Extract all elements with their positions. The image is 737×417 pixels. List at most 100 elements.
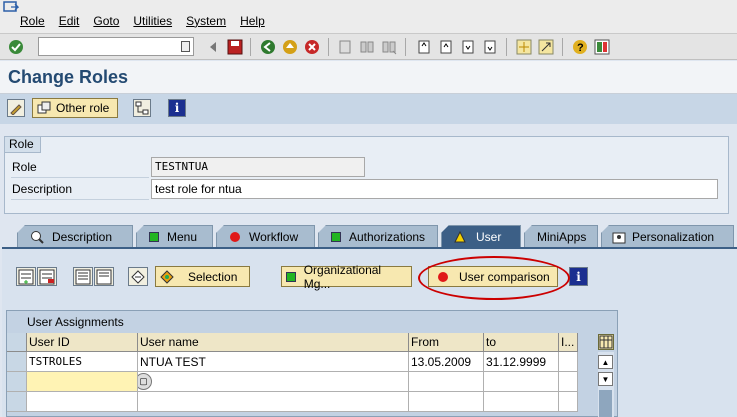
table-scrollbar[interactable]: ▲ ▼	[598, 352, 614, 417]
other-object-icon	[37, 101, 51, 114]
info-icon[interactable]: i	[168, 99, 186, 117]
cell-to[interactable]	[484, 392, 559, 412]
role-field[interactable]: TESTNTUA	[151, 157, 365, 177]
command-field[interactable]	[38, 37, 194, 56]
tab-miniapps-label: MiniApps	[537, 229, 587, 244]
table-settings-icon[interactable]	[598, 334, 614, 350]
scroll-up-icon[interactable]: ▲	[598, 355, 613, 369]
value-help-icon[interactable]: ▢	[138, 373, 152, 390]
back-arrow-small-icon[interactable]	[205, 39, 221, 55]
cell-from[interactable]	[409, 392, 484, 412]
find-next-icon[interactable]	[381, 39, 397, 55]
role-label: Role	[11, 157, 149, 178]
select-all-icon[interactable]	[73, 267, 93, 286]
tab-menu[interactable]: Menu	[136, 225, 213, 247]
next-page-icon[interactable]	[460, 39, 476, 55]
scroll-down-icon[interactable]: ▼	[598, 372, 613, 386]
previous-page-icon[interactable]	[438, 39, 454, 55]
first-page-icon[interactable]	[416, 39, 432, 55]
help-icon[interactable]: ?	[572, 39, 588, 55]
cell-user-name[interactable]: ▢	[138, 372, 409, 392]
cell-indicator[interactable]	[559, 352, 578, 372]
cell-user-id[interactable]: TSTROLES	[27, 352, 138, 372]
cell-from[interactable]: 13.05.2009	[409, 352, 484, 372]
print-icon[interactable]	[337, 39, 353, 55]
display-change-icon[interactable]	[7, 99, 25, 117]
add-row-icon[interactable]	[16, 267, 36, 286]
find-icon[interactable]	[359, 39, 375, 55]
tab-personalization[interactable]: Personalization	[601, 225, 734, 247]
tab-description[interactable]: Description	[17, 225, 133, 247]
tab-miniapps[interactable]: MiniApps	[524, 225, 598, 247]
tab-authorizations[interactable]: Authorizations	[318, 225, 438, 247]
save-icon[interactable]	[227, 39, 243, 55]
selection-button[interactable]: Selection	[155, 266, 250, 287]
green-status-icon	[149, 231, 159, 242]
row-selector[interactable]	[7, 352, 27, 372]
table-row[interactable]: ▢	[7, 372, 578, 392]
selection-label: Selection	[188, 269, 238, 284]
cell-user-id[interactable]	[27, 392, 138, 412]
column-header-user-id[interactable]: User ID	[27, 333, 138, 352]
menu-system[interactable]: System	[186, 14, 226, 28]
menu-edit[interactable]: Edit	[59, 14, 80, 28]
delete-row-icon[interactable]	[37, 267, 57, 286]
cell-user-id-input[interactable]	[27, 372, 138, 392]
select-all-cell[interactable]	[7, 333, 27, 352]
sap-window-icon[interactable]	[3, 1, 19, 13]
tab-user[interactable]: User	[441, 225, 521, 247]
address-data-icon[interactable]	[128, 267, 148, 286]
other-role-button[interactable]: Other role	[32, 98, 118, 118]
red-status-icon	[230, 231, 240, 242]
tab-workflow[interactable]: Workflow	[216, 225, 315, 247]
tab-menu-label: Menu	[167, 229, 198, 244]
column-header-to[interactable]: to	[484, 333, 559, 352]
svg-text:?: ?	[577, 42, 584, 54]
cell-to[interactable]: 31.12.9999	[484, 352, 559, 372]
deselect-all-icon[interactable]	[94, 267, 114, 286]
selection-icon	[160, 269, 174, 284]
row-selector[interactable]	[7, 392, 27, 412]
menu-help[interactable]: Help	[240, 14, 265, 28]
user-comparison-button[interactable]: User comparison	[428, 266, 558, 287]
hierarchy-icon[interactable]	[133, 99, 151, 117]
user-assignments-table: User Assignments User ID User name From …	[6, 310, 618, 417]
cell-user-name[interactable]	[138, 392, 409, 412]
standard-toolbar: ?	[0, 34, 737, 60]
organizational-management-button[interactable]: Organizational Mg...	[281, 263, 412, 291]
role-group-title: Role	[5, 137, 41, 153]
last-page-icon[interactable]	[482, 39, 498, 55]
cancel-icon[interactable]	[304, 39, 320, 55]
customize-layout-icon[interactable]	[594, 39, 610, 55]
exit-icon[interactable]	[282, 39, 298, 55]
scroll-thumb[interactable]	[599, 390, 612, 417]
enter-checkmark-icon[interactable]	[8, 39, 24, 55]
command-dropdown-icon[interactable]	[181, 41, 190, 52]
description-label: Description	[11, 179, 149, 200]
cell-to[interactable]	[484, 372, 559, 392]
menu-goto[interactable]: Goto	[93, 14, 119, 28]
table-row[interactable]	[7, 392, 578, 412]
menu-utilities[interactable]: Utilities	[133, 14, 172, 28]
cell-indicator[interactable]	[559, 392, 578, 412]
personalization-icon	[612, 232, 626, 243]
menu-role[interactable]: Role	[20, 14, 45, 28]
cell-from[interactable]	[409, 372, 484, 392]
info-icon[interactable]: i	[569, 267, 588, 286]
cell-user-name[interactable]: NTUA TEST	[138, 352, 409, 372]
row-selector[interactable]	[7, 372, 27, 392]
tab-user-label: User	[476, 229, 502, 244]
org-mgmt-label: Organizational Mg...	[303, 262, 382, 291]
column-header-from[interactable]: From	[409, 333, 484, 352]
column-header-user-name[interactable]: User name	[138, 333, 409, 352]
back-icon[interactable]	[260, 39, 276, 55]
cell-indicator[interactable]	[559, 372, 578, 392]
green-status-icon	[331, 231, 341, 242]
shortcut-icon[interactable]	[538, 39, 554, 55]
tab-authorizations-label: Authorizations	[349, 229, 426, 244]
column-header-indicator[interactable]: I...	[559, 333, 578, 352]
description-field[interactable]: test role for ntua	[151, 179, 718, 199]
table-row[interactable]: TSTROLES NTUA TEST 13.05.2009 31.12.9999	[7, 352, 578, 372]
new-session-icon[interactable]	[516, 39, 532, 55]
title-bar: Change Roles	[0, 61, 737, 94]
